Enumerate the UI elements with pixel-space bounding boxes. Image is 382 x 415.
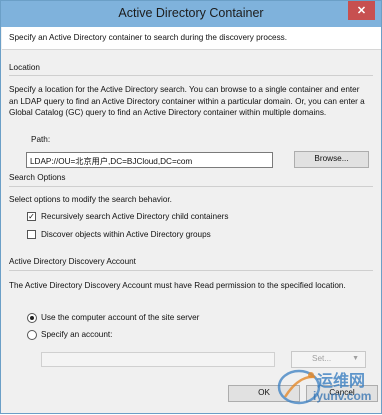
close-button[interactable]: ✕ [348, 1, 375, 20]
site-watermark: 运维网 iyunv.com [273, 357, 381, 413]
account-field[interactable] [41, 352, 275, 367]
intro-text: Specify an Active Directory container to… [9, 33, 288, 42]
search-options-heading: Search Options [9, 173, 66, 182]
recursive-search-label[interactable]: Recursively search Active Directory chil… [41, 212, 228, 221]
discover-groups-label[interactable]: Discover objects within Active Directory… [41, 230, 211, 239]
specify-account-label[interactable]: Specify an account: [41, 330, 112, 339]
browse-button[interactable]: Browse... [294, 151, 369, 168]
path-input[interactable]: LDAP://OU=北京用户,DC=BJCloud,DC=com [26, 152, 273, 168]
discover-groups-checkbox[interactable] [27, 230, 36, 239]
location-description: Specify a location for the Active Direct… [9, 85, 365, 117]
account-heading: Active Directory Discovery Account [9, 257, 136, 266]
watermark-cn: 运维网 [317, 373, 366, 390]
path-label: Path: [31, 135, 51, 144]
computer-account-radio[interactable] [27, 313, 37, 323]
recursive-search-checkbox[interactable]: ✓ [27, 212, 36, 221]
location-heading: Location [9, 63, 40, 72]
computer-account-label[interactable]: Use the computer account of the site ser… [41, 313, 199, 322]
dialog: Active Directory Container ✕ Specify an … [0, 0, 382, 414]
search-options-description: Select options to modify the search beha… [9, 195, 172, 204]
title-bar: Active Directory Container ✕ [1, 1, 381, 27]
close-icon: ✕ [356, 5, 367, 17]
specify-account-radio[interactable] [27, 330, 37, 340]
checkmark-icon: ✓ [28, 212, 35, 221]
account-divider [9, 270, 373, 271]
radio-selected-dot [30, 316, 34, 320]
search-options-divider [9, 186, 373, 187]
account-description: The Active Directory Discovery Account m… [9, 281, 346, 290]
location-divider [9, 75, 373, 76]
window-title: Active Directory Container [118, 6, 264, 20]
dialog-header: Specify an Active Directory container to… [2, 27, 381, 50]
watermark-url: iyunv.com [313, 389, 372, 403]
